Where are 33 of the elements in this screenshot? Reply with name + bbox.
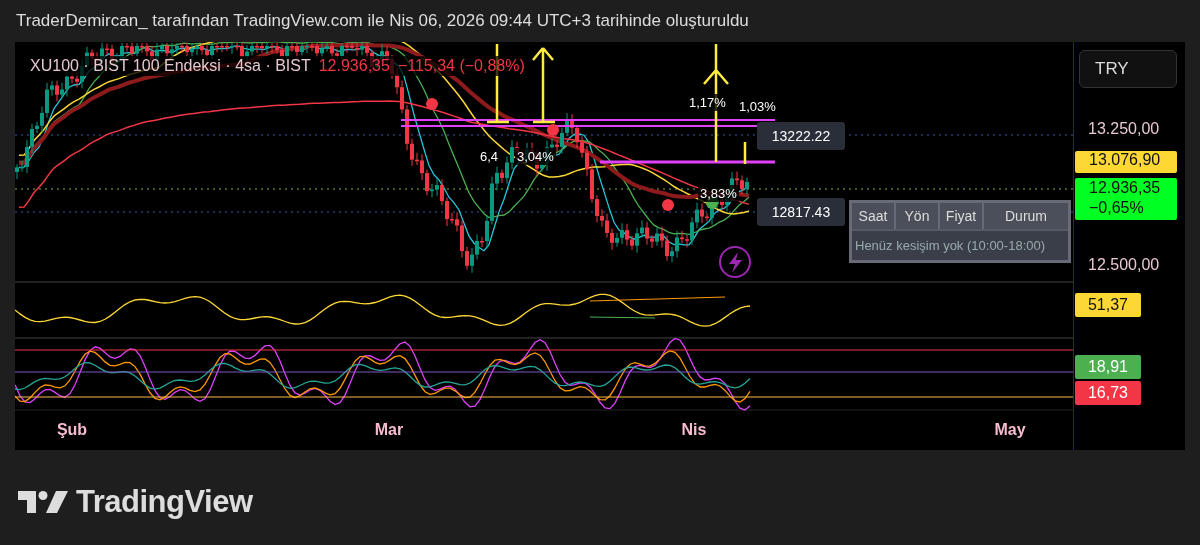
symbol-title: XU100 · BIST 100 Endeksi · 4sa · BIST: [30, 57, 311, 75]
month-label: Nis: [681, 421, 707, 439]
empty-message: Henüz kesişim yok (10:00-18:00): [852, 231, 1068, 260]
last-price: 12.936,35: [318, 57, 390, 75]
column-header: Durum: [984, 203, 1068, 229]
month-label: Mar: [374, 421, 404, 439]
value-badge: 16,73: [1075, 381, 1141, 405]
column-header: Fiyat: [940, 203, 982, 229]
signal-dot: [426, 98, 438, 110]
brand-name: TradingView: [76, 484, 253, 520]
target-marker: [743, 142, 747, 164]
price-badge: 13.076,90: [1075, 151, 1177, 173]
lightning-icon[interactable]: [719, 246, 751, 278]
signal-dot: [547, 124, 559, 136]
chart-caption: TraderDemircan_ tarafından TradingView.com ile Nis 06, 2026 09:44 UTC+3 tarihinde oluşturuldu: [16, 11, 749, 31]
signal-dot: [662, 199, 674, 211]
column-header: Yön: [896, 203, 938, 229]
column-header: Saat: [852, 203, 894, 229]
month-label: Şub: [56, 421, 88, 439]
price-tick: 12.500,00: [1088, 256, 1160, 274]
value-badge: 18,91: [1075, 355, 1141, 379]
value-badge: 51,37: [1075, 293, 1141, 317]
price-callout: 13222.22: [757, 122, 845, 150]
percent-label: 3,83%: [698, 185, 739, 202]
month-label: May: [994, 421, 1026, 439]
price-callout: 12817.43: [757, 198, 845, 226]
price-badge: 12.936,35 −0,65%: [1075, 178, 1177, 220]
logo-icon: [18, 491, 68, 513]
price-change: −115,34 (−0,88%): [397, 57, 525, 75]
percent-label: 1,17%: [687, 94, 728, 111]
price-tick: 13.250,00: [1088, 120, 1160, 138]
currency-button[interactable]: TRY: [1079, 50, 1177, 88]
percent-label: 3,04%: [515, 148, 556, 165]
